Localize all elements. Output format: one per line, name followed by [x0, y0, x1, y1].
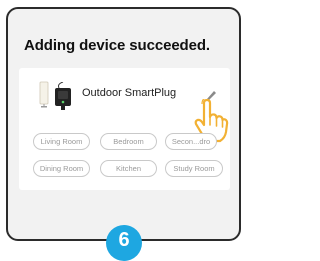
step-number-badge: 6	[106, 225, 142, 261]
room-chip[interactable]: Secon...dro	[165, 133, 217, 150]
lamp-icon	[39, 81, 49, 108]
page-title: Adding device succeeded.	[24, 37, 210, 54]
room-chip[interactable]: Study Room	[165, 160, 223, 177]
smart-plug-icon	[55, 82, 71, 110]
room-chip[interactable]: Bedroom	[100, 133, 157, 150]
room-chip[interactable]: Kitchen	[100, 160, 157, 177]
room-chip[interactable]: Dining Room	[33, 160, 90, 177]
room-chip[interactable]: Living Room	[33, 133, 90, 150]
device-name: Outdoor SmartPlug	[82, 87, 177, 99]
